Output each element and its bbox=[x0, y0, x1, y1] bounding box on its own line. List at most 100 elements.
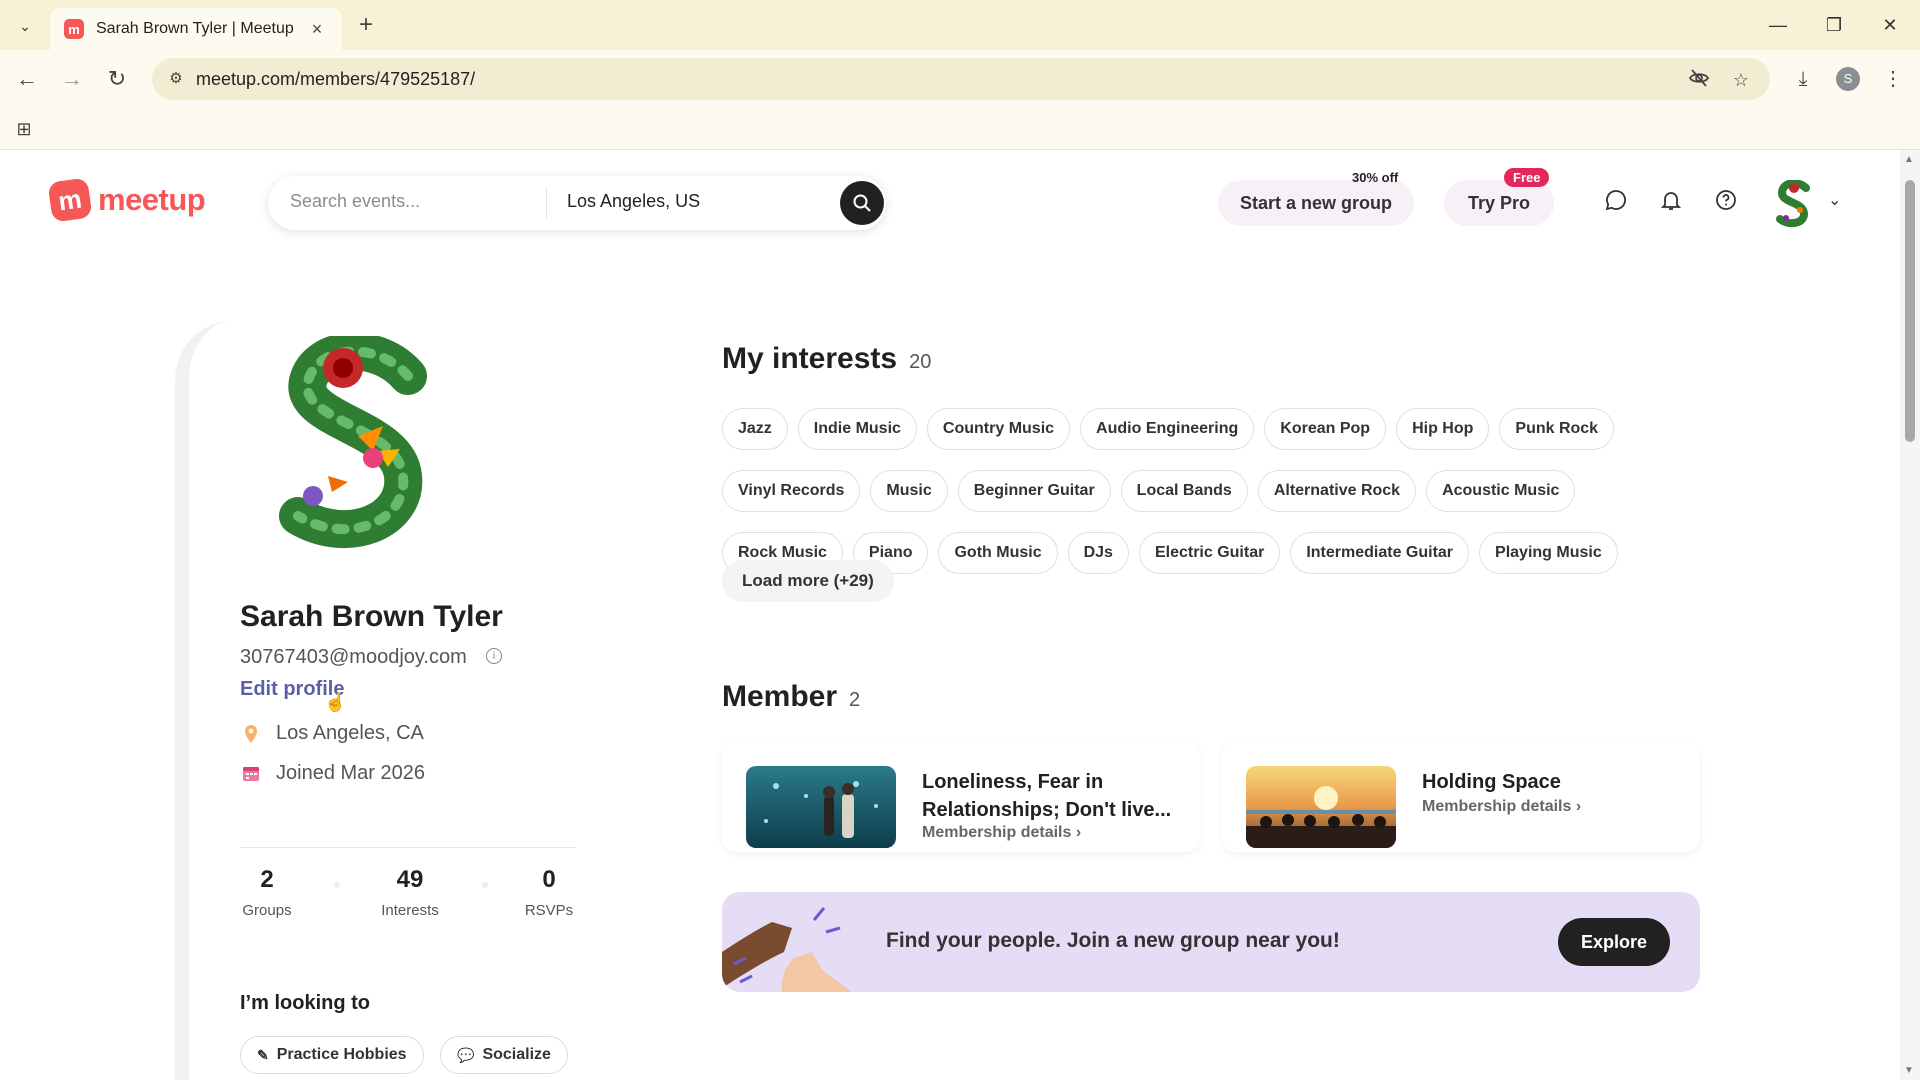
browser-profile-avatar[interactable]: S bbox=[1836, 67, 1860, 91]
stat-label: Interests bbox=[381, 902, 439, 919]
profile-name: Sarah Brown Tyler bbox=[240, 600, 503, 633]
tab-close-icon[interactable]: × bbox=[306, 19, 328, 40]
browser-menu-icon[interactable]: ⋮ bbox=[1876, 62, 1910, 96]
browser-tab-strip: ⌄ m Sarah Brown Tyler | Meetup × + — ❐ ✕ bbox=[0, 0, 1920, 50]
interest-chip[interactable]: Alternative Rock bbox=[1257, 470, 1417, 512]
interest-chip[interactable]: Vinyl Records bbox=[722, 470, 861, 512]
messages-icon[interactable] bbox=[1601, 188, 1631, 218]
meetup-logo[interactable]: m meetup bbox=[47, 177, 206, 223]
interest-chip[interactable]: Electric Guitar bbox=[1138, 532, 1281, 574]
speech-bubble-icon: 💬 bbox=[457, 1046, 475, 1063]
scroll-thumb[interactable] bbox=[1905, 180, 1915, 442]
stat-separator bbox=[334, 882, 340, 888]
interest-chip[interactable]: Playing Music bbox=[1479, 532, 1618, 574]
load-more-button[interactable]: Load more (+29) bbox=[722, 560, 894, 602]
url-text[interactable]: meetup.com/members/479525187/ bbox=[196, 69, 475, 90]
stat-interests[interactable]: 49 Interests bbox=[365, 866, 455, 919]
eye-off-icon[interactable] bbox=[1686, 67, 1712, 93]
location-pin-icon bbox=[242, 724, 260, 744]
account-chevron-down-icon[interactable]: ⌄ bbox=[1828, 190, 1841, 210]
meetup-logo-icon: m bbox=[47, 177, 93, 223]
interest-chip[interactable]: Goth Music bbox=[938, 532, 1058, 574]
download-icon[interactable]: ⤓ bbox=[1786, 62, 1820, 96]
chevron-right-icon: › bbox=[1575, 798, 1582, 815]
browser-toolbar: ← → ↻ ⚙ meetup.com/members/479525187/ ☆ … bbox=[0, 50, 1920, 108]
profile-joined: Joined Mar 2026 bbox=[242, 762, 425, 785]
forward-icon[interactable]: → bbox=[55, 62, 89, 96]
interest-chip[interactable]: Local Bands bbox=[1120, 470, 1248, 512]
address-bar[interactable]: ⚙ meetup.com/members/479525187/ ☆ bbox=[152, 58, 1770, 100]
interest-chip[interactable]: Audio Engineering bbox=[1080, 408, 1255, 450]
member-count: 2 bbox=[849, 689, 861, 711]
tab-title: Sarah Brown Tyler | Meetup bbox=[96, 20, 294, 37]
interest-chip[interactable]: Intermediate Guitar bbox=[1290, 532, 1470, 574]
user-avatar[interactable] bbox=[1772, 179, 1816, 228]
profile-location: Los Angeles, CA bbox=[242, 722, 424, 745]
stat-separator bbox=[482, 882, 488, 888]
member-heading: Member 2 bbox=[722, 680, 860, 714]
interests-heading: My interests 20 bbox=[722, 342, 931, 376]
location-input[interactable]: Los Angeles, US bbox=[567, 191, 700, 212]
interest-chip[interactable]: Acoustic Music bbox=[1426, 470, 1576, 512]
interest-chip[interactable]: Hip Hop bbox=[1396, 408, 1490, 450]
interest-chip[interactable]: Beginner Guitar bbox=[957, 470, 1111, 512]
interest-chip[interactable]: Music bbox=[870, 470, 948, 512]
interest-chip[interactable]: DJs bbox=[1067, 532, 1129, 574]
group-card[interactable]: Holding Space Membership details › bbox=[1222, 742, 1700, 852]
info-icon[interactable]: i bbox=[486, 648, 502, 664]
back-icon[interactable]: ← bbox=[10, 62, 44, 96]
search-divider bbox=[546, 188, 547, 218]
membership-details-link[interactable]: Membership details › bbox=[1422, 798, 1581, 816]
profile-card: Sarah Brown Tyler 30767403@moodjoy.com i… bbox=[200, 310, 610, 1080]
bookmark-star-icon[interactable]: ☆ bbox=[1728, 67, 1754, 93]
goal-label: Socialize bbox=[482, 1046, 551, 1063]
member-title: Member bbox=[722, 680, 838, 713]
stat-label: RSVPs bbox=[524, 902, 574, 919]
interest-chip[interactable]: Punk Rock bbox=[1499, 408, 1615, 450]
scroll-up-icon[interactable]: ▲ bbox=[1904, 154, 1914, 165]
interest-chip[interactable]: Country Music bbox=[926, 408, 1071, 450]
reload-icon[interactable]: ↻ bbox=[100, 62, 134, 96]
bookmarks-bar: ⊞ bbox=[0, 108, 1920, 150]
profile-avatar bbox=[258, 332, 448, 556]
search-button[interactable] bbox=[840, 181, 884, 225]
stat-label: Groups bbox=[242, 902, 292, 919]
stat-value: 49 bbox=[396, 866, 424, 893]
paintbrush-icon: ✎ bbox=[257, 1046, 269, 1063]
interest-chip[interactable]: Jazz bbox=[722, 408, 788, 450]
minimize-icon[interactable]: — bbox=[1758, 10, 1798, 40]
explore-button[interactable]: Explore bbox=[1558, 918, 1670, 966]
details-label: Membership details bbox=[1422, 798, 1572, 815]
stat-groups[interactable]: 2 Groups bbox=[222, 866, 312, 919]
stat-value: 0 bbox=[542, 866, 556, 893]
search-icon bbox=[853, 194, 871, 212]
search-input[interactable] bbox=[290, 191, 540, 212]
interests-list: Jazz Indie Music Country Music Audio Eng… bbox=[722, 408, 1652, 574]
interests-count: 20 bbox=[909, 351, 932, 373]
membership-details-link[interactable]: Membership details › bbox=[922, 824, 1081, 842]
location-text: Los Angeles, CA bbox=[276, 722, 424, 744]
group-card[interactable]: Loneliness, Fear in Relationships; Don't… bbox=[722, 742, 1200, 852]
looking-to-heading: I’m looking to bbox=[240, 992, 370, 1014]
interest-chip[interactable]: Korean Pop bbox=[1264, 408, 1387, 450]
search-bar: Los Angeles, US bbox=[268, 176, 886, 230]
close-window-icon[interactable]: ✕ bbox=[1870, 10, 1910, 40]
page-scrollbar[interactable]: ▲ ▼ bbox=[1900, 150, 1920, 1080]
mouse-cursor-icon: ☝ bbox=[324, 692, 347, 712]
stat-rsvps[interactable]: 0 RSVPs bbox=[504, 866, 594, 919]
page-content: m meetup Los Angeles, US Start a new gro… bbox=[0, 150, 1900, 1080]
interest-chip[interactable]: Indie Music bbox=[797, 408, 917, 450]
help-icon[interactable] bbox=[1711, 188, 1741, 218]
start-group-button[interactable]: Start a new group bbox=[1218, 180, 1414, 226]
site-info-icon[interactable]: ⚙ bbox=[164, 67, 188, 91]
notifications-bell-icon[interactable] bbox=[1656, 188, 1686, 218]
new-tab-icon[interactable]: + bbox=[352, 12, 380, 40]
browser-tab[interactable]: m Sarah Brown Tyler | Meetup × bbox=[50, 8, 342, 50]
logo-text: meetup bbox=[98, 182, 206, 217]
apps-grid-icon[interactable]: ⊞ bbox=[12, 117, 36, 141]
restore-icon[interactable]: ❐ bbox=[1814, 10, 1854, 40]
group-title[interactable]: Loneliness, Fear in Relationships; Don't… bbox=[922, 768, 1172, 824]
group-title[interactable]: Holding Space bbox=[1422, 768, 1672, 796]
scroll-down-icon[interactable]: ▼ bbox=[1904, 1065, 1914, 1076]
tab-search-icon[interactable]: ⌄ bbox=[12, 13, 38, 39]
